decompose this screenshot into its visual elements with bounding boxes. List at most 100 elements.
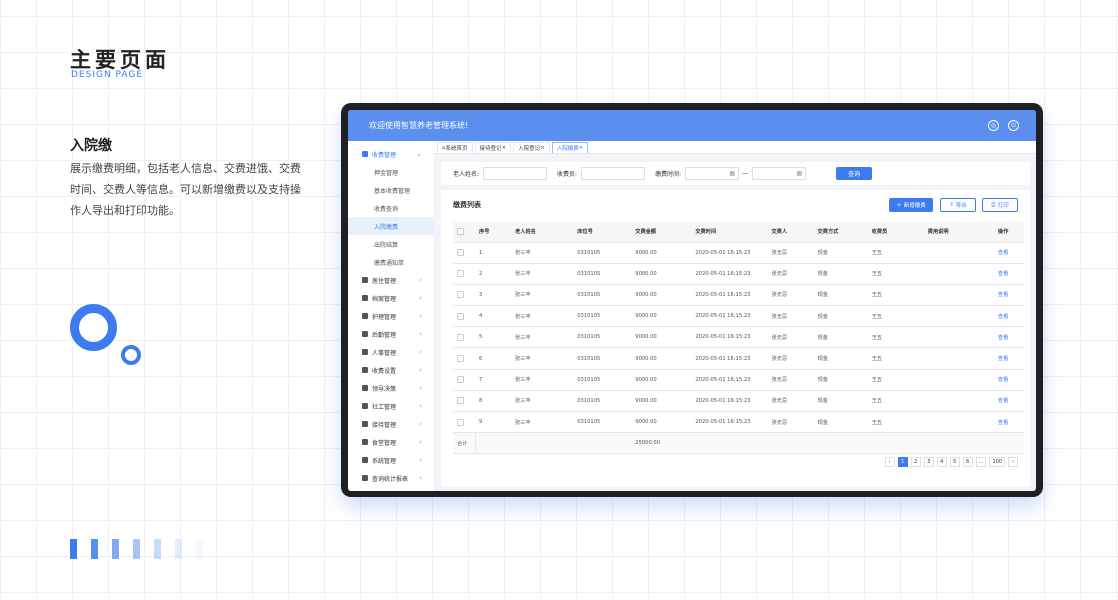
view-link[interactable]: 查看 <box>993 263 1024 285</box>
next-page-button[interactable]: › <box>1008 457 1018 467</box>
row-checkbox[interactable] <box>457 249 464 257</box>
decor-ring-large <box>70 304 117 351</box>
table-cell: 0310105 <box>573 305 632 328</box>
row-checkbox[interactable] <box>457 397 464 405</box>
sidebar-menu-fees[interactable]: 收费管理 ⌄ <box>348 145 434 163</box>
settings-icon[interactable]: ◎ <box>988 120 999 131</box>
sidebar-menu-item[interactable]: 系统管理 › <box>348 451 434 469</box>
tab-item[interactable]: 入院登记 × <box>513 142 550 153</box>
view-link[interactable]: 查看 <box>993 347 1024 370</box>
table-cell: 9000.00 <box>631 390 692 413</box>
add-payment-button[interactable]: ＋新增缴费 <box>889 198 933 212</box>
page-button[interactable]: 6 <box>962 457 973 467</box>
sidebar-subitem[interactable]: 基本收费管理 <box>348 181 434 199</box>
name-input[interactable] <box>483 167 548 180</box>
view-link[interactable]: 查看 <box>993 390 1024 413</box>
row-select-cell <box>453 390 476 413</box>
table-cell: 现金 <box>813 242 868 264</box>
table-cell: 张三丰 <box>511 347 574 370</box>
column-header: 老人姓名 <box>511 222 574 243</box>
sidebar-subitem[interactable]: 收费查询 <box>348 199 434 217</box>
tab-label: 入院登记 <box>518 146 541 152</box>
tab-label: 接待登记 <box>479 146 502 152</box>
sidebar-menu-item[interactable]: 食堂管理 › <box>348 433 434 451</box>
sidebar-menu-label: 后勤管理 <box>372 331 397 339</box>
start-date-input[interactable]: ▦ <box>685 167 740 180</box>
power-icon[interactable]: ⏻ <box>1008 120 1019 131</box>
select-all-checkbox[interactable] <box>457 228 464 236</box>
row-checkbox[interactable] <box>457 291 464 299</box>
column-header: 费用说明 <box>923 222 994 243</box>
row-select-cell <box>453 326 476 349</box>
chevron-down-icon: ⌄ <box>416 150 422 158</box>
table-cell: 2020-05-01 16:15:23 <box>691 347 768 370</box>
view-link[interactable]: 查看 <box>993 369 1024 391</box>
page-button[interactable]: 100 <box>989 457 1005 467</box>
column-header: 交费人 <box>767 222 814 243</box>
table-cell: 7 <box>475 369 512 391</box>
chevron-right-icon: › <box>419 456 422 464</box>
table-cell: 张三丰 <box>511 369 574 391</box>
tab-item[interactable]: ⌂ 系统首页 <box>437 142 473 153</box>
sidebar-menu-item[interactable]: 档案管理 › <box>348 289 434 307</box>
sidebar-menu-label: 食堂管理 <box>372 439 397 447</box>
row-checkbox[interactable] <box>457 312 464 320</box>
end-date-input[interactable]: ▦ <box>752 167 807 180</box>
sidebar-subitem[interactable]: 押金管理 <box>348 163 434 181</box>
chevron-right-icon: › <box>419 438 422 446</box>
table-cell <box>923 305 994 328</box>
table-cell: 张三丰 <box>511 284 574 307</box>
sidebar-menu-item[interactable]: 护理管理 › <box>348 307 434 325</box>
table-cell: 5 <box>475 326 512 349</box>
sidebar-menu-item[interactable]: 居住管理 › <box>348 271 434 289</box>
table-cell: 9000.00 <box>631 242 692 264</box>
table-cell: 现金 <box>813 369 868 391</box>
view-link[interactable]: 查看 <box>993 305 1024 328</box>
page-button[interactable]: 4 <box>936 457 947 467</box>
row-checkbox[interactable] <box>457 418 464 426</box>
view-link[interactable]: 查看 <box>993 411 1024 434</box>
prev-page-button[interactable]: ‹ <box>884 457 895 467</box>
view-link[interactable]: 查看 <box>993 284 1024 307</box>
page-button[interactable]: 3 <box>923 457 934 467</box>
close-icon[interactable]: × <box>540 145 545 151</box>
print-button[interactable]: ⎙ 打印 <box>982 198 1018 212</box>
collector-input[interactable] <box>581 167 646 180</box>
view-link[interactable]: 查看 <box>993 242 1024 264</box>
view-link[interactable]: 查看 <box>993 326 1024 349</box>
page-button[interactable]: 2 <box>910 457 921 467</box>
tab-item[interactable]: 入院缴费 × <box>551 142 589 153</box>
decor-bars <box>70 539 203 559</box>
page-button[interactable]: 1 <box>897 457 908 467</box>
sidebar-menu-item[interactable]: 后勤管理 › <box>348 325 434 343</box>
table-cell: 王五 <box>867 390 924 413</box>
sidebar-subitem[interactable]: 缴费通知单 <box>348 253 434 271</box>
tab-label: 入院缴费 <box>556 146 579 152</box>
sidebar-menu-item[interactable]: 接待管理 › <box>348 415 434 433</box>
page-button[interactable]: ... <box>975 457 987 467</box>
close-icon[interactable]: × <box>579 145 584 151</box>
page-button[interactable]: 5 <box>949 457 960 467</box>
sidebar-menu-item[interactable]: 查询统计报表 › <box>348 469 434 487</box>
plus-icon: ＋ <box>896 203 902 209</box>
row-checkbox[interactable] <box>457 333 464 341</box>
query-button[interactable]: 查询 <box>836 167 873 180</box>
row-checkbox[interactable] <box>457 270 464 278</box>
sidebar-menu-item[interactable]: 社工管理 › <box>348 397 434 415</box>
row-checkbox[interactable] <box>457 355 464 363</box>
table-cell: 王五 <box>867 284 924 307</box>
export-icon: ⇪ <box>949 202 954 208</box>
row-checkbox[interactable] <box>457 376 464 384</box>
menu-icon <box>362 349 368 355</box>
sidebar-subitem[interactable]: 出院结算 <box>348 235 434 253</box>
sidebar-menu-item[interactable]: 人事管理 › <box>348 343 434 361</box>
sidebar-subitem[interactable]: 入院缴费 <box>348 217 434 235</box>
sidebar-menu-item[interactable]: 收费设置 › <box>348 361 434 379</box>
tab-item[interactable]: 接待登记 × <box>474 142 512 153</box>
table-cell: 现金 <box>813 347 868 370</box>
export-button[interactable]: ⇪ 导出 <box>940 198 976 212</box>
table-cell: 2020-05-01 16:15:23 <box>691 305 768 328</box>
column-header: 收费员 <box>867 222 924 243</box>
sidebar-menu-item[interactable]: 领导决策 › <box>348 379 434 397</box>
close-icon[interactable]: × <box>502 145 507 151</box>
